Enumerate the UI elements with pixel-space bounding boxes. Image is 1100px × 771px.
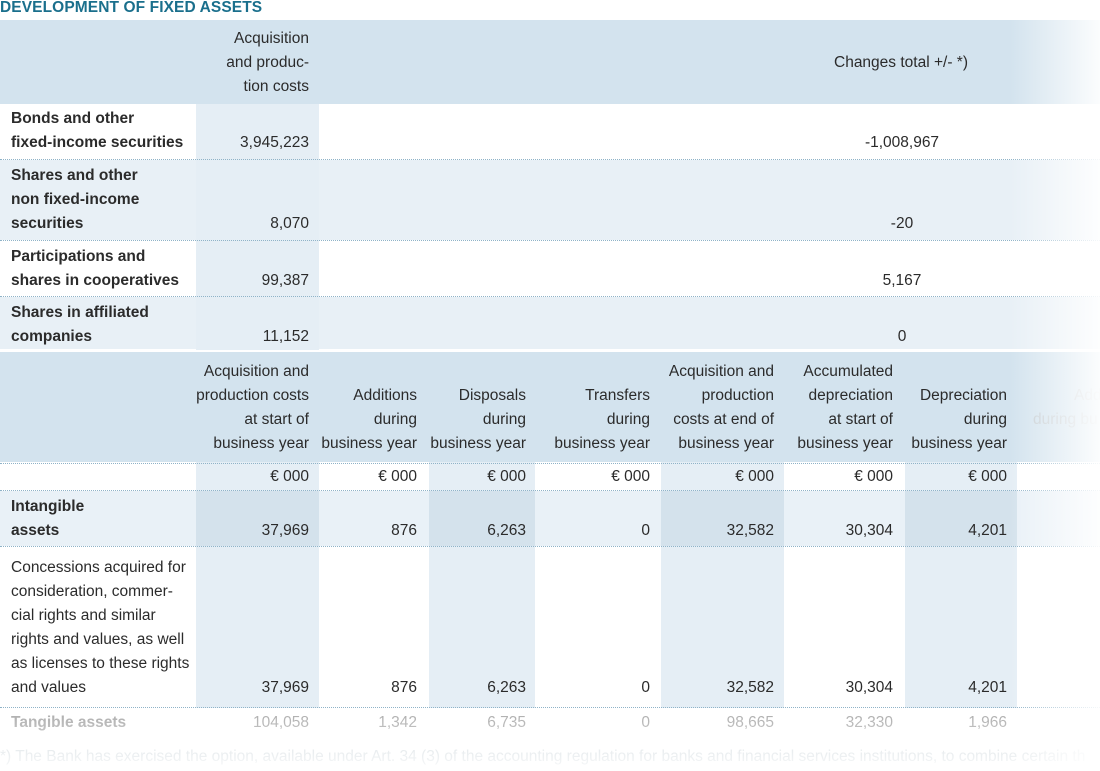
cell-value: 4,201 — [968, 522, 1007, 539]
unit-label: € 000 — [735, 468, 774, 485]
header-depreciation: business year — [911, 435, 1007, 452]
cell-value: 37,969 — [261, 522, 309, 539]
header-changes-total: Changes total +/- *) — [834, 54, 968, 71]
changes-value: -1,008,967 — [864, 134, 940, 151]
cell-value: 6,263 — [487, 679, 526, 696]
row-label: Bonds and other — [11, 110, 135, 127]
acquisition-value: 11,152 — [262, 328, 309, 345]
header-transfers: during — [606, 411, 650, 428]
row-label: consideration, commer- — [11, 583, 173, 600]
cell-value: 104,058 — [252, 714, 309, 731]
row-divider — [0, 463, 1100, 464]
unit-label: € 000 — [270, 468, 309, 485]
row-label: assets — [11, 522, 60, 539]
header-accum-depr: Accumulated — [803, 363, 893, 380]
changes-value: 0 — [897, 328, 907, 345]
header-acquisition-line2: and produc- — [226, 54, 309, 71]
unit-label: € 000 — [968, 468, 1007, 485]
header-depreciation: during — [963, 411, 1007, 428]
row-label: Intangible — [11, 498, 85, 515]
fixed-assets-document: DEVELOPMENT OF FIXED ASSETS Acquisition … — [0, 0, 1100, 771]
cell-value: 1,966 — [968, 714, 1007, 731]
header-acq-end: costs at end of — [673, 411, 774, 428]
row-label: securities — [11, 215, 84, 232]
header-acq-start: business year — [213, 435, 309, 452]
cell-value: 0 — [641, 522, 650, 539]
header-additions: business year — [321, 435, 417, 452]
row-label: Concessions acquired for — [11, 559, 186, 576]
cell-value: 876 — [391, 522, 417, 539]
changes-value: 5,167 — [882, 272, 922, 289]
header-disposals: during — [482, 411, 526, 428]
header-additions: Additions — [353, 387, 417, 404]
cell-value: 32,582 — [726, 679, 774, 696]
cell-value: 876 — [391, 679, 417, 696]
header-accum-depr: business year — [797, 435, 893, 452]
row-divider — [0, 240, 1100, 241]
cell-value: 98,665 — [726, 714, 774, 731]
header-transfers: Transfers — [585, 387, 650, 404]
row-label: Shares in affiliated — [11, 304, 149, 321]
header-additions-depr: during bu — [1033, 411, 1098, 428]
row-divider — [0, 707, 1100, 708]
header-depreciation: Depreciation — [919, 387, 1007, 404]
header-transfers: business year — [554, 435, 650, 452]
row-label: and values — [11, 679, 86, 696]
cell-value: 30,304 — [845, 679, 893, 696]
header-acq-end: business year — [678, 435, 774, 452]
row-label: cial rights and similar — [11, 607, 156, 624]
row-label: Participations and — [11, 248, 146, 265]
row-label: non fixed-income — [11, 191, 140, 208]
header-accum-depr: depreciation — [808, 387, 893, 404]
header-additions-depr: Add — [1074, 387, 1100, 404]
acquisition-value: 8,070 — [270, 215, 309, 232]
row-label: Shares and other — [11, 167, 138, 184]
header-acq-end: Acquisition and — [668, 363, 774, 380]
acquisition-value: 99,387 — [261, 272, 309, 289]
cell-value: 0 — [641, 714, 650, 731]
header-acq-end: production — [701, 387, 774, 404]
acquisition-value: 3,945,223 — [240, 134, 309, 151]
unit-label: € 000 — [487, 468, 526, 485]
header-acquisition-line3: tion costs — [243, 78, 309, 95]
footnote: *) The Bank has exercised the option, av… — [0, 748, 1086, 765]
changes-value: -20 — [890, 215, 914, 232]
cell-value: 32,330 — [845, 714, 893, 731]
header-acq-start: production costs — [196, 387, 309, 404]
cell-value: 0 — [641, 679, 650, 696]
row-label: fixed-income securities — [11, 134, 184, 151]
cell-value: 1,342 — [378, 714, 417, 731]
cell-value: 37,969 — [261, 679, 309, 696]
cell-value: 4,201 — [968, 679, 1007, 696]
header-acq-start: at start of — [244, 411, 309, 428]
header-disposals: business year — [430, 435, 526, 452]
row-divider — [0, 296, 1100, 297]
header-acq-start: Acquisition and — [203, 363, 309, 380]
row-label: Tangible assets — [11, 714, 127, 731]
cell-value: 6,263 — [487, 522, 526, 539]
header-acquisition-line1: Acquisition — [234, 30, 309, 47]
cell-value: 30,304 — [845, 522, 893, 539]
cell-value: 6,735 — [487, 714, 526, 731]
unit-label: € 000 — [611, 468, 650, 485]
cell-value: 32,582 — [726, 522, 774, 539]
page-title: DEVELOPMENT OF FIXED ASSETS — [0, 0, 263, 16]
row-label: shares in cooperatives — [11, 272, 179, 289]
row-label: rights and values, as well — [11, 631, 185, 648]
row-label: companies — [11, 328, 92, 345]
header-accum-depr: at start of — [828, 411, 893, 428]
row-label: as licenses to these rights — [11, 655, 190, 672]
row-divider — [0, 159, 1100, 160]
header-disposals: Disposals — [458, 387, 526, 404]
unit-label: € 000 — [854, 468, 893, 485]
row-divider — [0, 546, 1100, 547]
unit-label: € 000 — [378, 468, 417, 485]
header-additions: during — [373, 411, 417, 428]
row-divider — [0, 490, 1100, 491]
